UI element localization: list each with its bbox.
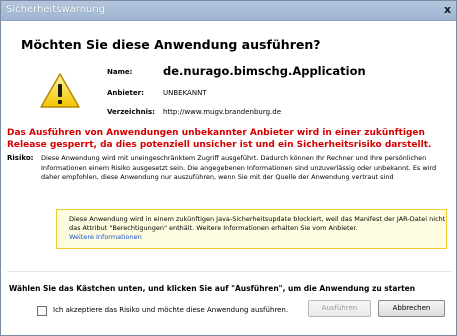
more-info-link[interactable]: Weitere Informationen <box>69 233 142 241</box>
risk-label: Risiko: <box>7 154 34 162</box>
risk-description: Diese Anwendung wird mit uneingeschränkt… <box>41 154 437 181</box>
close-button[interactable]: x <box>441 3 454 16</box>
divider <box>7 271 451 272</box>
accept-risk-checkbox[interactable] <box>37 306 47 316</box>
cancel-button[interactable]: Abbrechen <box>378 300 445 317</box>
application-name: de.nurago.bimschg.Application <box>163 64 366 78</box>
location-value: http://www.mugv.brandenburg.de <box>163 108 282 116</box>
run-button[interactable]: Ausführen <box>308 300 371 317</box>
publisher-label: Anbieter: <box>107 89 144 97</box>
warning-triangle-icon <box>40 73 80 108</box>
name-label: Name: <box>107 68 133 76</box>
blocking-notice: Diese Anwendung wird in einem zukünftige… <box>56 209 447 249</box>
security-warning-dialog: Sicherheitswarnung x Möchten Sie diese A… <box>0 0 457 336</box>
unknown-publisher-warning: Das Ausführen von Anwendungen unbekannte… <box>7 128 432 150</box>
location-label: Verzeichnis: <box>107 108 155 116</box>
window-title: Sicherheitswarnung <box>6 4 106 15</box>
blocking-notice-text: Diese Anwendung wird in einem zukünftige… <box>69 215 446 232</box>
title-bar[interactable]: Sicherheitswarnung x <box>1 1 456 21</box>
dialog-heading: Möchten Sie diese Anwendung ausführen? <box>21 37 321 52</box>
publisher-value: UNBEKANNT <box>163 89 207 97</box>
accept-risk-label[interactable]: Ich akzeptiere das Risiko und möchte die… <box>53 306 288 314</box>
instruction-text: Wählen Sie das Kästchen unten, und klick… <box>9 284 416 293</box>
